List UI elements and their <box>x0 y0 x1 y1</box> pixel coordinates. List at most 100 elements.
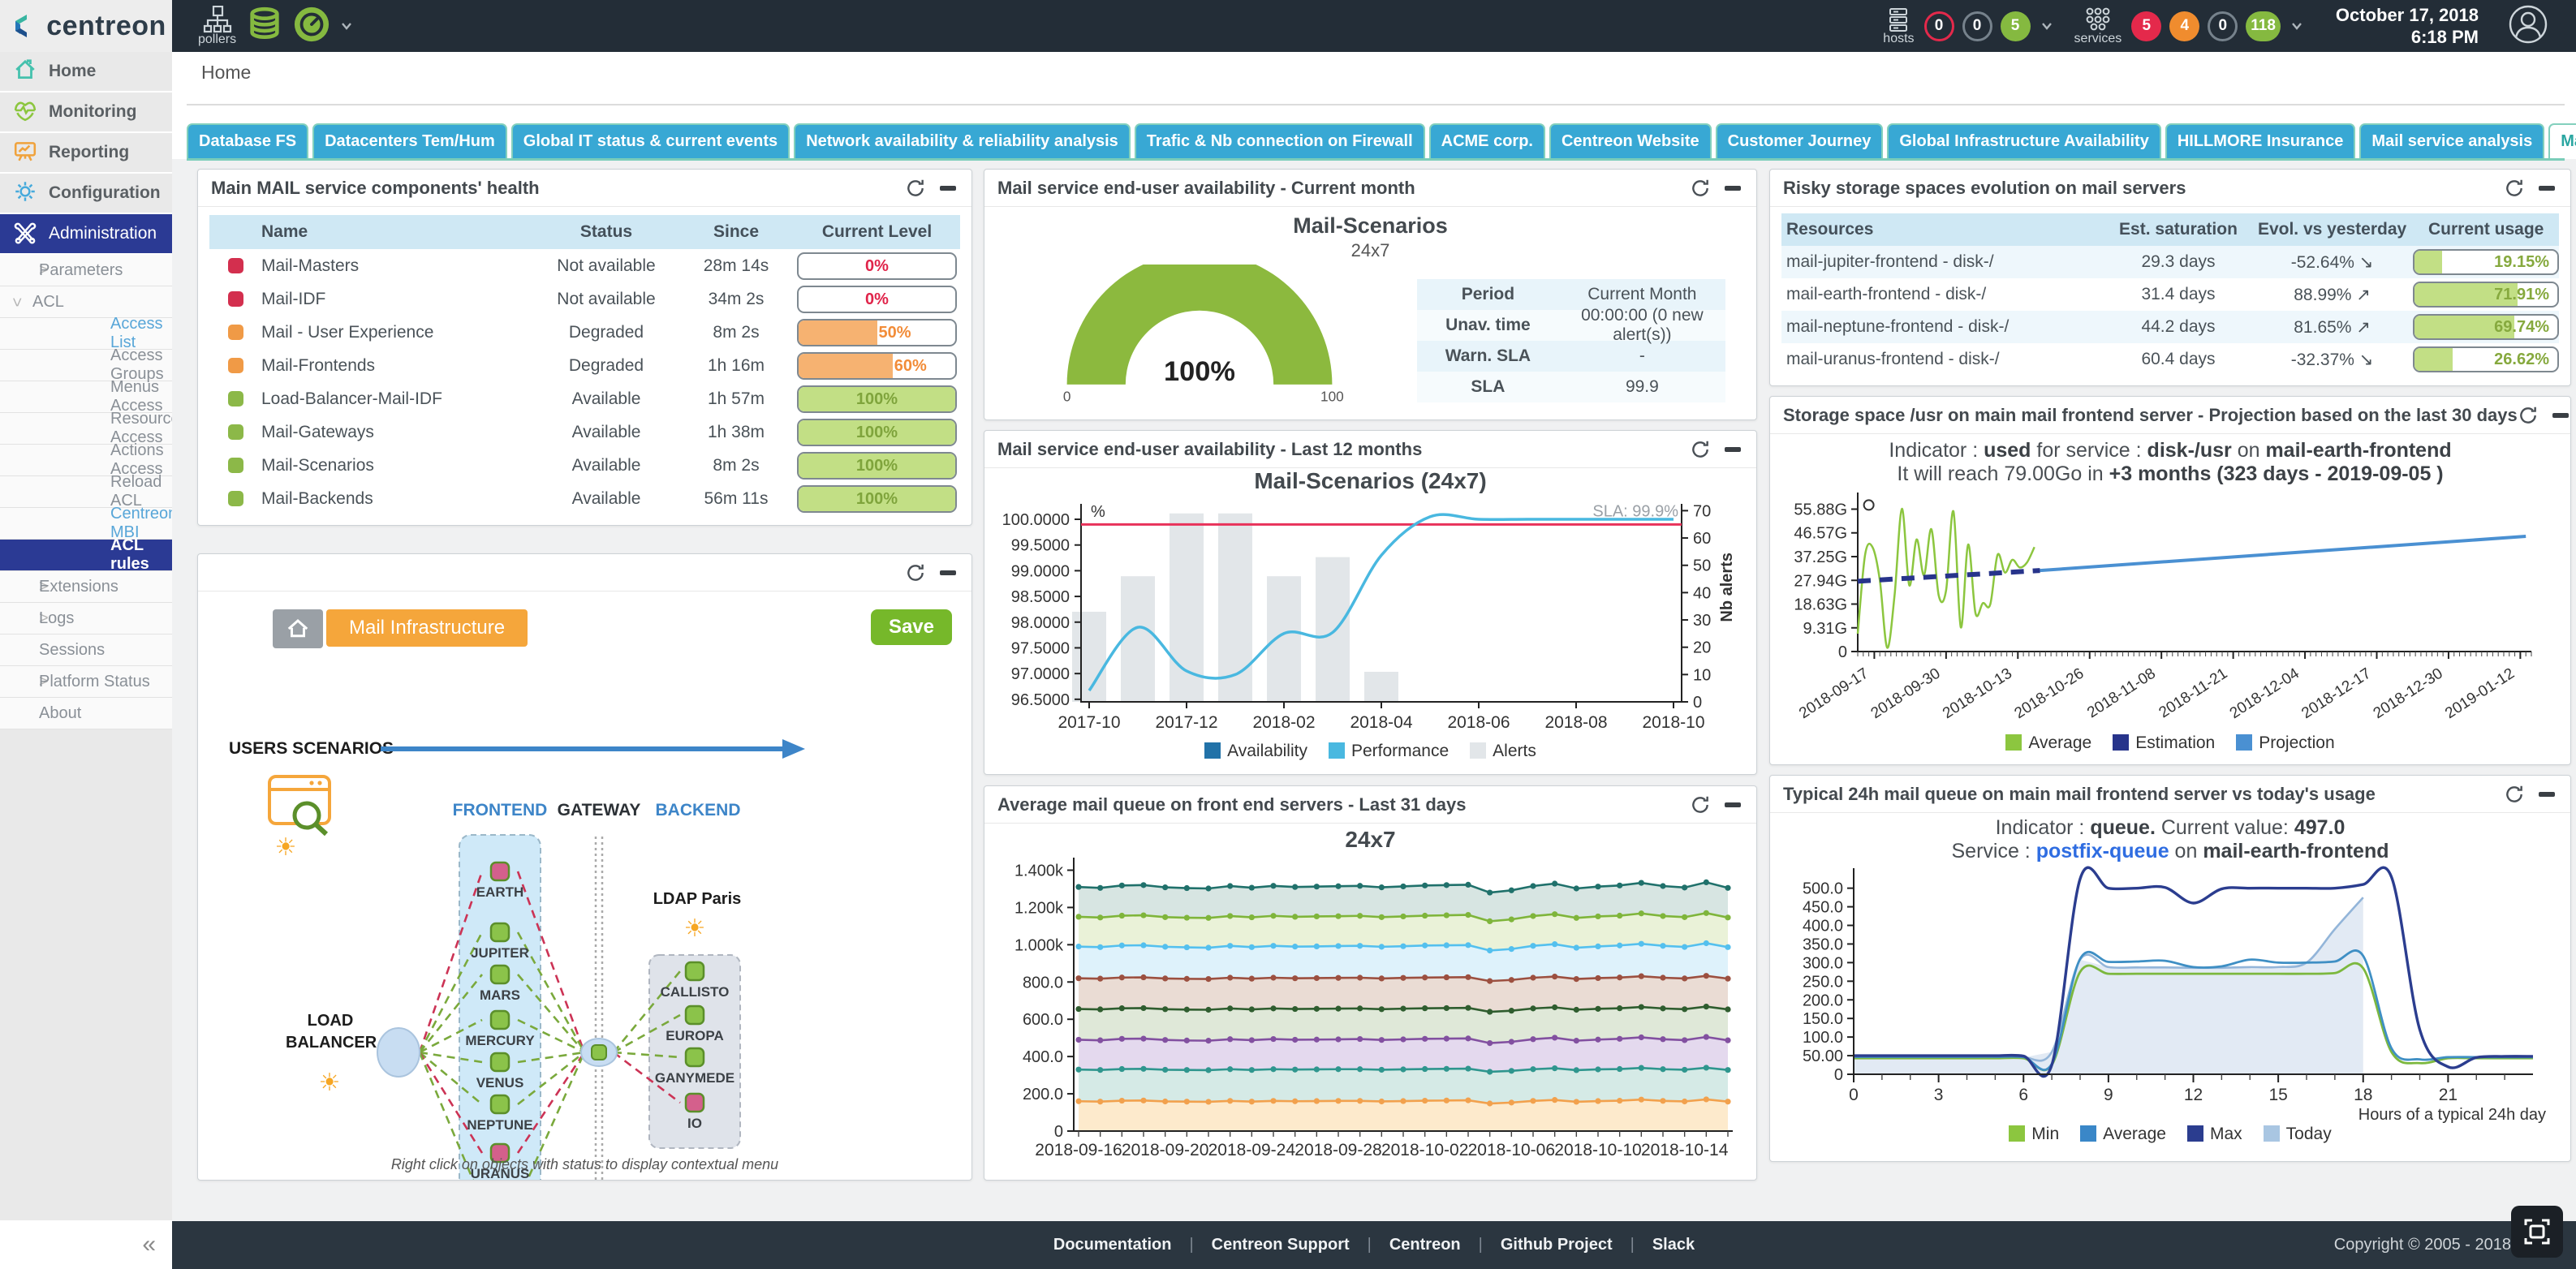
node-label-ganymede[interactable]: GANYMEDE <box>655 1070 734 1086</box>
sidebar-item-access-groups[interactable]: Access Groups <box>0 350 172 381</box>
services-badge-3[interactable]: 118 <box>2246 11 2281 41</box>
sidebar-item-parameters[interactable]: >Parameters <box>0 255 172 286</box>
footer-link-centreon-support[interactable]: Centreon Support <box>1194 1236 1368 1254</box>
tab-database-fs[interactable]: Database FS <box>187 123 308 158</box>
tab-datacenters-tem-hum[interactable]: Datacenters Tem/Hum <box>312 123 507 158</box>
svg-text:20: 20 <box>1693 639 1711 657</box>
sidebar-item-extensions[interactable]: >Extensions <box>0 571 172 603</box>
sidebar-item-label: Parameters <box>39 261 123 280</box>
footer-link-slack[interactable]: Slack <box>1635 1236 1712 1254</box>
fullscreen-button[interactable] <box>2511 1206 2563 1258</box>
tab-global-it-status-current-events[interactable]: Global IT status & current events <box>511 123 790 158</box>
sidebar-item-acl-rules[interactable]: ACL rules <box>0 540 172 571</box>
footer-link-documentation[interactable]: Documentation <box>1036 1236 1190 1254</box>
tab-network-availability-reliability-analysis[interactable]: Network availability & reliability analy… <box>794 123 1131 158</box>
sidebar-item-access-list[interactable]: Access List <box>0 318 172 350</box>
node-label-mars[interactable]: MARS <box>480 987 520 1004</box>
footer-link-github-project[interactable]: Github Project <box>1483 1236 1630 1254</box>
tab-hillmore-insurance[interactable]: HILLMORE Insurance <box>2165 123 2355 158</box>
services-badge-1[interactable]: 4 <box>2169 11 2199 41</box>
node-label-earth[interactable]: EARTH <box>476 884 524 901</box>
refresh-icon[interactable] <box>2504 784 2525 805</box>
sidebar-item-configuration[interactable]: Configuration <box>0 174 172 214</box>
tab-global-infrastructure-availability[interactable]: Global Infrastructure Availability <box>1887 123 2160 158</box>
node-label-neptune[interactable]: NEPTUNE <box>467 1117 532 1133</box>
sidebar-item-monitoring[interactable]: Monitoring <box>0 92 172 133</box>
svg-text:2018-10-10: 2018-10-10 <box>1554 1141 1641 1159</box>
collapse-icon[interactable] <box>2536 784 2557 805</box>
poller-status-group[interactable]: pollers <box>198 6 353 47</box>
node-label-mercury[interactable]: MERCURY <box>465 1033 534 1049</box>
services-status-group[interactable]: services 540118 <box>2074 6 2303 45</box>
status-text-cell: Available <box>537 456 675 475</box>
sidebar-item-reporting[interactable]: Reporting <box>0 133 172 174</box>
sla-key: Unav. time <box>1417 316 1559 335</box>
sidebar-item-label: Administration <box>49 224 157 243</box>
hosts-badge-1[interactable]: 0 <box>1962 11 1992 41</box>
collapse-icon[interactable] <box>937 178 958 199</box>
tab-mail-service-analysis[interactable]: Mail service analysis <box>2359 123 2544 158</box>
usage-cell: 71.91% <box>2413 282 2559 308</box>
collapse-icon[interactable] <box>1722 439 1743 460</box>
svg-text:2018-12-30: 2018-12-30 <box>2371 665 2446 723</box>
tab-customer-journey[interactable]: Customer Journey <box>1716 123 1884 158</box>
sidebar-item-home[interactable]: Home <box>0 52 172 92</box>
services-badge-2[interactable]: 0 <box>2208 11 2238 41</box>
widget-mail-health: Main MAIL service components' healthName… <box>197 169 972 526</box>
sidebar-item-actions-access[interactable]: Actions Access <box>0 445 172 476</box>
tab-trafic-nb-connection-on-firewall[interactable]: Trafic & Nb connection on Firewall <box>1135 123 1425 158</box>
legend-swatch <box>2009 1125 2025 1142</box>
sidebar-collapse-button[interactable]: « <box>0 1220 172 1269</box>
tab-mail-service-dashboard[interactable]: Mail Service Dashboard <box>2548 123 2576 158</box>
svg-text:%: % <box>1091 503 1105 521</box>
hosts-status-group[interactable]: hosts 005 <box>1883 6 2053 45</box>
sidebar-item-administration[interactable]: Administration <box>0 214 172 255</box>
sidebar-item-logs[interactable]: >Logs <box>0 603 172 634</box>
refresh-icon[interactable] <box>2504 178 2525 199</box>
breadcrumb[interactable]: Home <box>201 62 251 84</box>
hosts-badge-2[interactable]: 5 <box>2001 11 2031 41</box>
tab-acme-corp-[interactable]: ACME corp. <box>1429 123 1545 158</box>
collapse-icon[interactable] <box>2536 178 2557 199</box>
node-label-io[interactable]: IO <box>687 1116 702 1132</box>
tab-centreon-website[interactable]: Centreon Website <box>1549 123 1712 158</box>
poller-chevron-down-icon[interactable] <box>340 19 353 32</box>
hosts-badge-0[interactable]: 0 <box>1924 11 1954 41</box>
refresh-icon[interactable] <box>2518 405 2539 426</box>
node-label-callisto[interactable]: CALLISTO <box>661 984 730 1000</box>
node-label-jupiter[interactable]: JUPITER <box>471 945 529 961</box>
chevron-right-icon: > <box>0 578 39 596</box>
home-chip[interactable] <box>273 609 323 648</box>
footer-link-centreon[interactable]: Centreon <box>1372 1236 1479 1254</box>
sidebar-item-sessions[interactable]: Sessions <box>0 634 172 666</box>
sidebar-item-about[interactable]: About <box>0 698 172 729</box>
refresh-icon[interactable] <box>1690 178 1711 199</box>
clock: October 17, 2018 6:18 PM <box>2336 4 2479 48</box>
node-label-venus[interactable]: VENUS <box>476 1075 524 1091</box>
sidebar-item-platform-status[interactable]: >Platform Status <box>0 666 172 698</box>
mail-infrastructure-button[interactable]: Mail Infrastructure <box>326 609 528 647</box>
refresh-icon[interactable] <box>905 562 926 583</box>
sidebar-item-centreon-mbi[interactable]: Centreon MBI <box>0 508 172 540</box>
user-avatar[interactable] <box>2508 4 2548 49</box>
collapse-icon[interactable] <box>1722 178 1743 199</box>
services-chevron-down-icon[interactable] <box>2290 19 2303 32</box>
hosts-chevron-down-icon[interactable] <box>2040 19 2053 32</box>
sidebar-item-resources-access[interactable]: Resources Access <box>0 413 172 445</box>
collapse-icon[interactable] <box>1722 794 1743 815</box>
refresh-icon[interactable] <box>1690 794 1711 815</box>
centreon-logo[interactable]: centreon <box>0 0 172 52</box>
sidebar-item-reload-acl[interactable]: Reload ACL <box>0 476 172 508</box>
save-button[interactable]: Save <box>871 609 952 645</box>
column-label-backend: BACKEND <box>656 801 741 820</box>
collapse-icon[interactable] <box>2550 405 2571 426</box>
status-square <box>228 358 243 373</box>
node-label-europa[interactable]: EUROPA <box>666 1028 723 1044</box>
sidebar-item-acl[interactable]: >ACL <box>0 286 172 318</box>
sidebar-item-menus-access[interactable]: Menus Access <box>0 381 172 413</box>
refresh-icon[interactable] <box>1690 439 1711 460</box>
collapse-icon[interactable] <box>937 562 958 583</box>
services-badge-0[interactable]: 5 <box>2131 11 2161 41</box>
refresh-icon[interactable] <box>905 178 926 199</box>
widget-storage-projection-actions <box>2518 405 2571 426</box>
